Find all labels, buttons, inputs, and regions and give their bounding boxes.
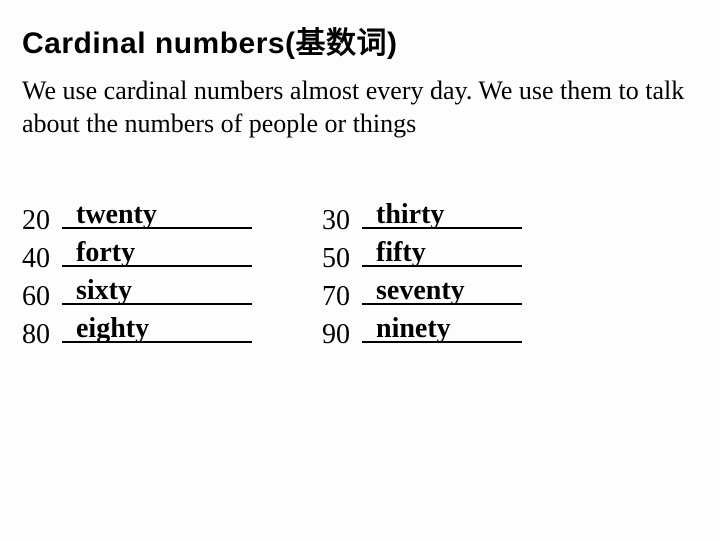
left-column: 20 twenty 40 forty 60 sixty 80	[22, 199, 322, 351]
list-item: 40 forty	[22, 237, 322, 275]
word-seventy: seventy	[376, 272, 465, 310]
blank-line: seventy	[362, 275, 522, 305]
blank-line: ninety	[362, 313, 522, 343]
list-item: 90 ninety	[322, 313, 602, 351]
word-ninety: ninety	[376, 310, 451, 348]
list-item: 60 sixty	[22, 275, 322, 313]
right-column: 30 thirty 50 fifty 70 seventy 90	[322, 199, 602, 351]
word-eighty: eighty	[76, 310, 149, 348]
blank-line: thirty	[362, 199, 522, 229]
list-item: 50 fifty	[322, 237, 602, 275]
blank-line: sixty	[62, 275, 252, 305]
word-fifty: fifty	[376, 234, 426, 272]
word-sixty: sixty	[76, 272, 132, 310]
number-20: 20	[22, 202, 62, 240]
blank-line: fifty	[362, 237, 522, 267]
number-columns: 20 twenty 40 forty 60 sixty 80	[22, 199, 698, 351]
number-80: 80	[22, 316, 62, 354]
intro-text: We use cardinal numbers almost every day…	[22, 74, 698, 141]
word-forty: forty	[76, 234, 135, 272]
list-item: 70 seventy	[322, 275, 602, 313]
word-thirty: thirty	[376, 196, 444, 234]
number-90: 90	[322, 316, 362, 354]
blank-line: forty	[62, 237, 252, 267]
list-item: 20 twenty	[22, 199, 322, 237]
number-30: 30	[322, 202, 362, 240]
number-40: 40	[22, 240, 62, 278]
number-50: 50	[322, 240, 362, 278]
page-title: Cardinal numbers(基数词)	[22, 18, 698, 62]
blank-line: eighty	[62, 313, 252, 343]
number-60: 60	[22, 278, 62, 316]
list-item: 30 thirty	[322, 199, 602, 237]
list-item: 80 eighty	[22, 313, 322, 351]
word-twenty: twenty	[76, 196, 157, 234]
blank-line: twenty	[62, 199, 252, 229]
number-70: 70	[322, 278, 362, 316]
